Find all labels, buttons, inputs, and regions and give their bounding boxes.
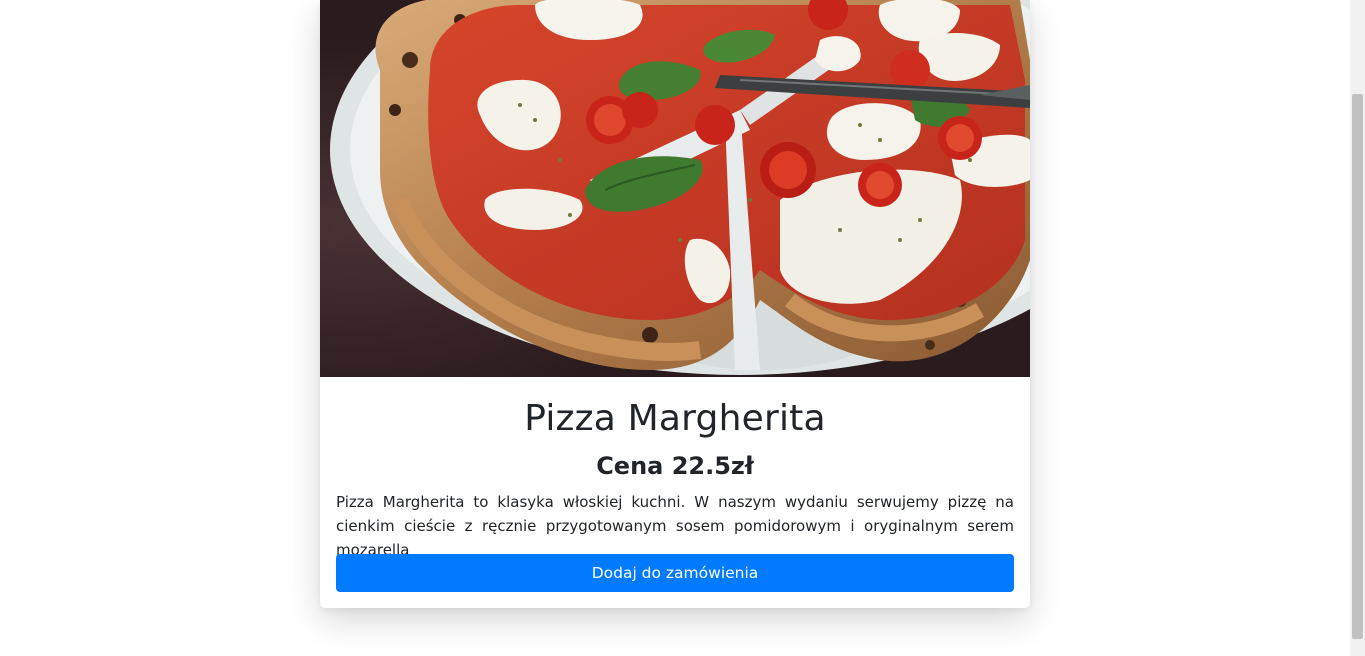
product-title: Pizza Margherita [524,398,826,439]
add-to-order-button[interactable]: Dodaj do zamówienia [336,554,1014,592]
product-card: Pizza Margherita Cena 22.5zł Pizza Margh… [320,0,1030,608]
product-description: Pizza Margherita to klasyka włoskiej kuc… [336,493,1014,559]
pizza-image [320,0,1030,377]
card-body: Pizza Margherita Cena 22.5zł Pizza Margh… [320,377,1030,608]
scrollbar-thumb[interactable] [1352,94,1363,639]
product-price: Cena 22.5zł [596,452,754,480]
vertical-scrollbar[interactable] [1350,0,1365,656]
page: Pizza Margherita Cena 22.5zł Pizza Margh… [0,0,1365,656]
